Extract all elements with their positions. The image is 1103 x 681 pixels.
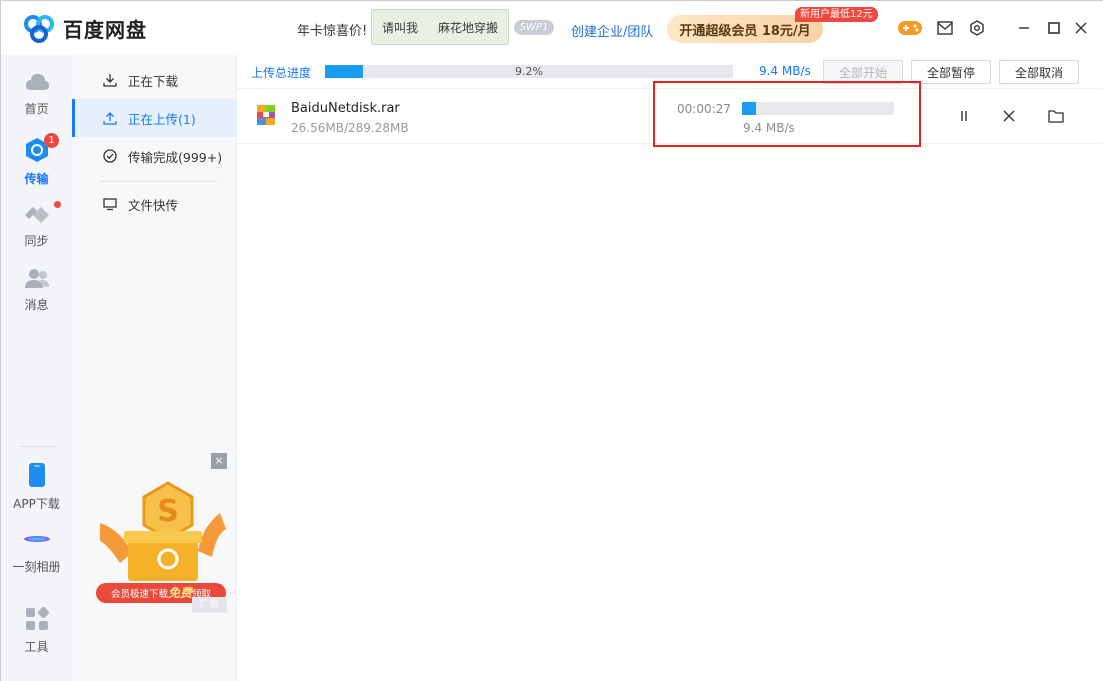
transfer-badge: 1 bbox=[44, 133, 59, 148]
close-icon[interactable] bbox=[1071, 18, 1091, 38]
nav-label: APP下载 bbox=[13, 497, 60, 511]
sidebar-item-completed[interactable]: 传输完成(999+) bbox=[72, 137, 237, 175]
total-progress-track: 9.2% bbox=[325, 65, 733, 78]
transfer-sidebar: 正在下载 正在上传(1) 传输完成(999+) 文件快传 S 会员极速下载免费领… bbox=[72, 55, 237, 681]
sidebar-item-downloading[interactable]: 正在下载 bbox=[72, 61, 237, 99]
nav-item-app-download[interactable]: APP下载 bbox=[1, 462, 72, 512]
nav-label: 消息 bbox=[24, 298, 49, 312]
minimize-icon[interactable] bbox=[1014, 18, 1034, 38]
nav-item-tools[interactable]: 工具 bbox=[1, 606, 72, 655]
logo: 百度网盘 bbox=[23, 13, 147, 43]
banner-text: 请叫我 bbox=[381, 20, 418, 35]
pause-icon[interactable] bbox=[955, 107, 973, 125]
sidebar-item-label: 正在下载 bbox=[128, 73, 179, 89]
mail-icon[interactable] bbox=[935, 18, 955, 38]
ad-caption-emphasis: 免费 bbox=[167, 586, 192, 600]
app-title: 百度网盘 bbox=[63, 17, 147, 42]
nav-item-transfer[interactable]: 1 传输 bbox=[1, 133, 72, 187]
upload-main-panel: 上传总进度 9.2% 9.4 MB/s 全部开始 全部暂停 全部取消 Baidu… bbox=[237, 55, 1103, 681]
ad-label: 广告 bbox=[192, 597, 227, 613]
nav-label: 传输 bbox=[24, 172, 49, 186]
ad-caption-text: 会员极速下载 bbox=[110, 589, 168, 600]
message-icon bbox=[24, 267, 50, 292]
sync-dot bbox=[54, 201, 61, 208]
highlight-annotation-box bbox=[653, 81, 921, 147]
maximize-icon[interactable] bbox=[1044, 18, 1064, 38]
rar-file-icon bbox=[257, 105, 275, 125]
total-speed: 9.4 MB/s bbox=[759, 64, 811, 78]
tools-icon bbox=[25, 606, 49, 634]
cancel-icon[interactable] bbox=[1000, 107, 1018, 125]
create-enterprise-link[interactable]: 创建企业/团队 bbox=[571, 21, 653, 40]
settings-icon[interactable] bbox=[967, 18, 987, 38]
upload-icon bbox=[102, 110, 118, 126]
sidebar-item-label: 文件快传 bbox=[128, 197, 179, 213]
nav-item-album[interactable]: 一刻相册 bbox=[1, 527, 72, 575]
cloud-icon bbox=[24, 71, 50, 96]
sidebar-divider bbox=[100, 181, 218, 182]
vip-ad-banner[interactable]: S 会员极速下载免费领取 bbox=[92, 453, 230, 613]
nav-divider bbox=[19, 446, 57, 447]
file-name: BaiduNetdisk.rar bbox=[291, 101, 400, 116]
sidebar-item-quick-transfer[interactable]: 文件快传 bbox=[72, 185, 237, 223]
total-progress-label: 上传总进度 bbox=[251, 66, 312, 80]
monitor-icon bbox=[102, 196, 118, 212]
album-icon bbox=[23, 527, 51, 554]
new-user-tag: 新用户最低12元 bbox=[795, 7, 878, 22]
phone-icon bbox=[27, 462, 47, 491]
sidebar-item-label: 正在上传(1) bbox=[128, 111, 196, 127]
folder-icon[interactable] bbox=[1047, 107, 1065, 125]
sidebar-item-label: 传输完成(999+) bbox=[128, 149, 223, 165]
nav-label: 首页 bbox=[24, 102, 49, 116]
download-icon bbox=[102, 72, 118, 88]
app-window: 百度网盘 年卡惊喜价! 请叫我 麻花地穿搬 SWP1 创建企业/团队 开通超级会… bbox=[0, 0, 1103, 681]
file-size: 26.56MB/289.28MB bbox=[291, 121, 409, 135]
promo-text: 年卡惊喜价! bbox=[297, 24, 368, 39]
pause-all-button[interactable]: 全部暂停 bbox=[911, 60, 991, 84]
gamepad-icon[interactable] bbox=[897, 18, 923, 38]
check-circle-icon bbox=[102, 148, 118, 164]
left-nav: 首页 1 传输 同步 消息 APP下载 一刻相册 工具 bbox=[1, 55, 72, 681]
title-bar: 百度网盘 年卡惊喜价! 请叫我 麻花地穿搬 SWP1 创建企业/团队 开通超级会… bbox=[1, 1, 1103, 55]
nav-label: 同步 bbox=[24, 234, 49, 248]
svg-text:S: S bbox=[157, 494, 179, 529]
sync-icon bbox=[23, 203, 51, 228]
banner-text: 麻花地穿搬 bbox=[437, 20, 498, 35]
nav-item-messages[interactable]: 消息 bbox=[1, 267, 72, 313]
cancel-all-button[interactable]: 全部取消 bbox=[999, 60, 1079, 84]
nav-label: 一刻相册 bbox=[12, 560, 61, 574]
swipe-badge[interactable]: SWP1 bbox=[514, 20, 554, 35]
vip-button-label: 开通超级会员 18元/月 bbox=[679, 23, 811, 39]
nav-item-sync[interactable]: 同步 bbox=[1, 201, 72, 249]
promo-banner[interactable]: 请叫我 麻花地穿搬 bbox=[371, 9, 509, 45]
total-progress-percent: 9.2% bbox=[515, 65, 543, 78]
nav-item-home[interactable]: 首页 bbox=[1, 71, 72, 117]
sidebar-item-uploading[interactable]: 正在上传(1) bbox=[72, 99, 237, 137]
baidu-netdisk-logo-icon bbox=[23, 13, 55, 43]
ad-close-button[interactable]: × bbox=[211, 453, 227, 469]
nav-label: 工具 bbox=[24, 640, 49, 654]
